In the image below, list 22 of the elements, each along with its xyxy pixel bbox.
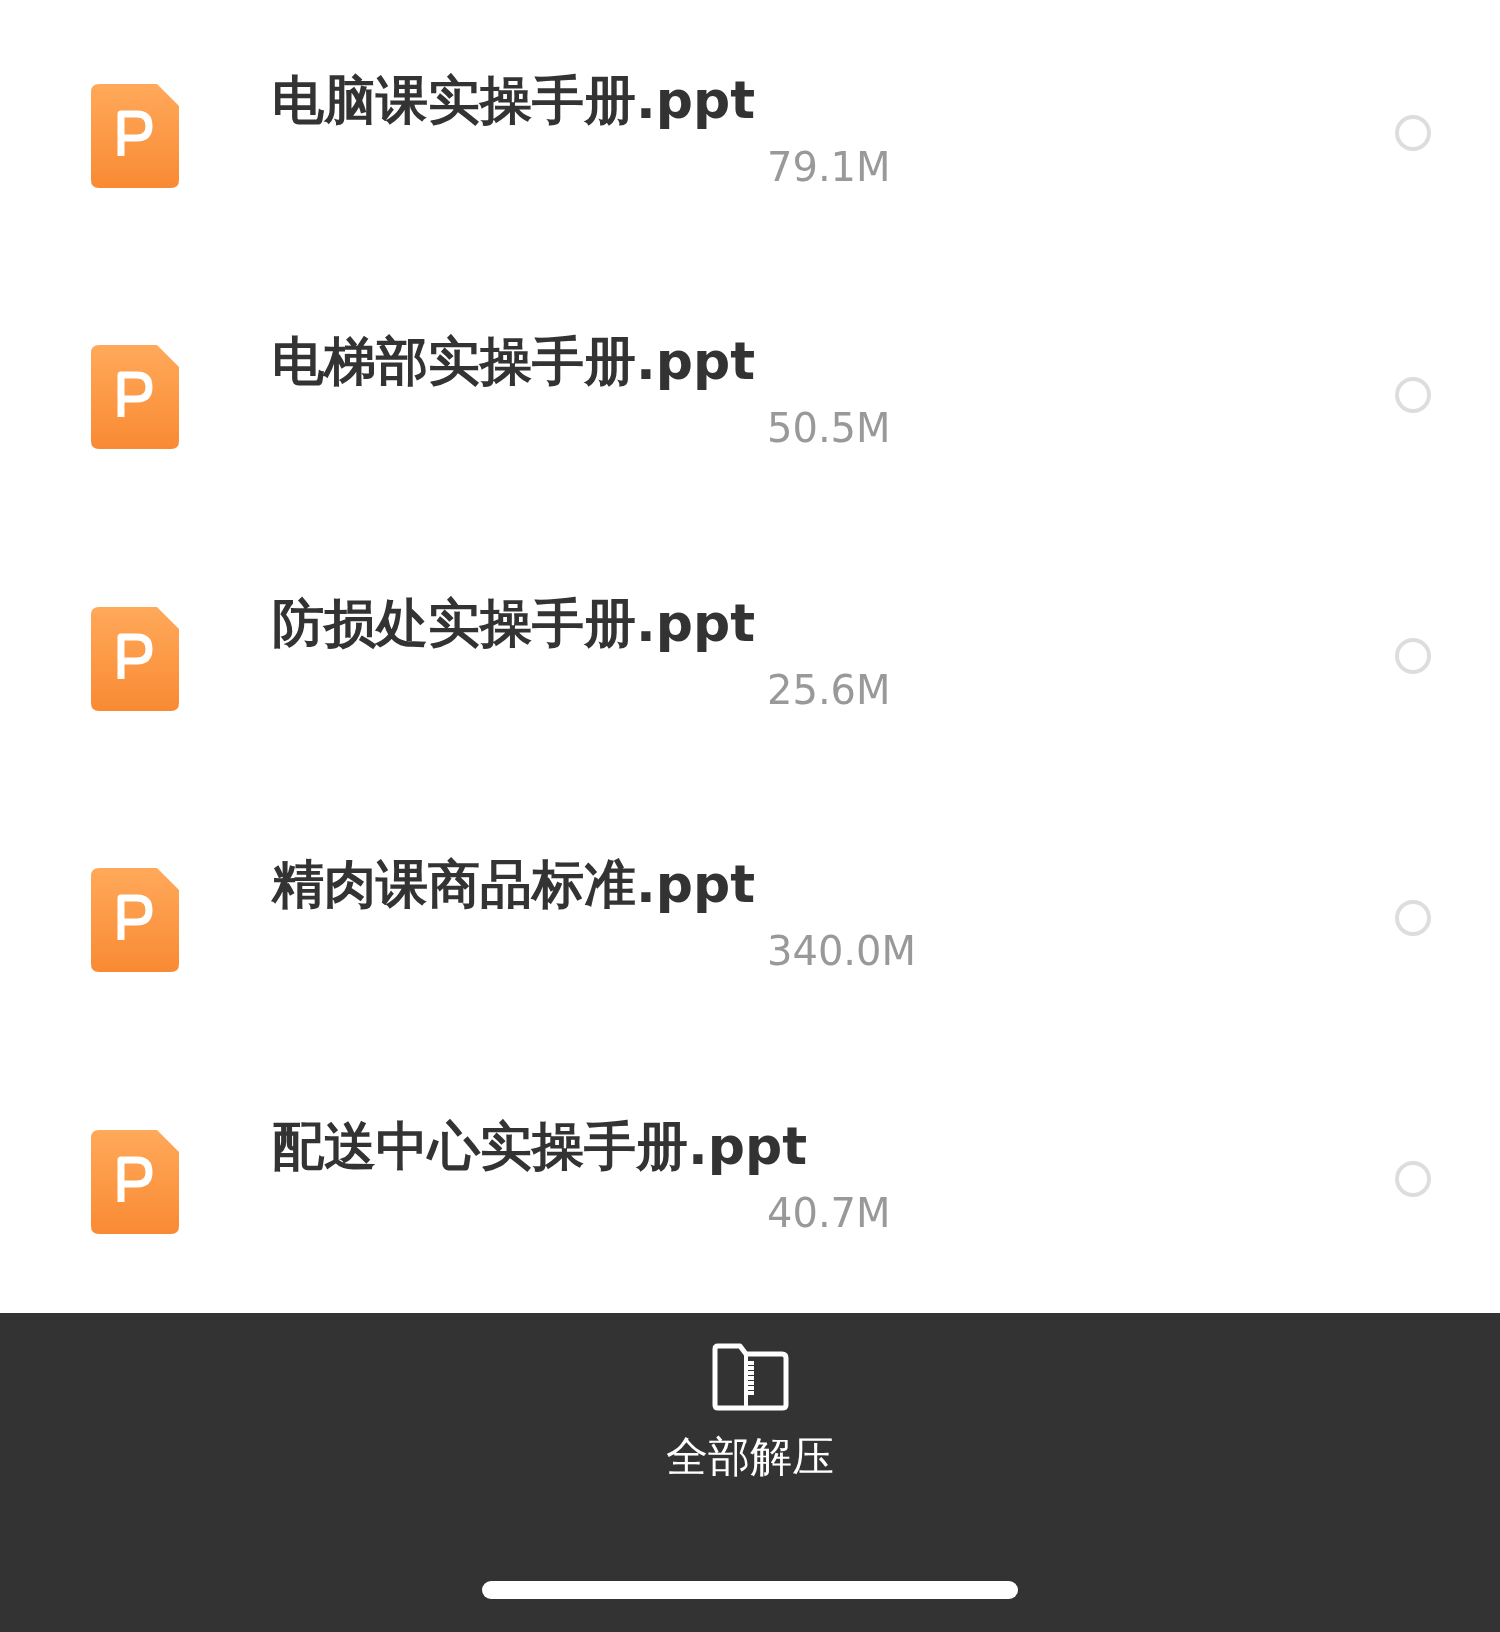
file-name: 电梯部实操手册.ppt	[272, 330, 756, 393]
zip-folder-icon	[710, 1343, 790, 1411]
select-radio[interactable]	[1395, 899, 1431, 936]
file-size: 25.6M	[767, 665, 891, 714]
file-size: 340.0M	[767, 927, 917, 976]
select-radio[interactable]	[1395, 115, 1431, 151]
file-name: 电脑课实操手册.ppt	[272, 68, 756, 131]
select-radio[interactable]	[1395, 376, 1431, 413]
extract-all-button[interactable]: 全部解压	[662, 1343, 838, 1493]
ppt-file-icon	[91, 1129, 179, 1234]
select-radio[interactable]	[1395, 1161, 1431, 1197]
file-name: 配送中心实操手册.ppt	[272, 1114, 808, 1177]
ppt-file-icon	[91, 345, 179, 450]
ppt-file-icon	[91, 606, 179, 711]
ppt-file-icon	[91, 83, 179, 188]
file-name: 防损处实操手册.ppt	[272, 591, 756, 654]
file-size: 79.1M	[767, 142, 891, 191]
file-size: 40.7M	[767, 1188, 891, 1237]
ppt-file-icon	[91, 868, 179, 973]
file-size: 50.5M	[767, 404, 891, 453]
file-name: 精肉课商品标准.ppt	[272, 853, 756, 916]
select-radio[interactable]	[1395, 638, 1431, 674]
